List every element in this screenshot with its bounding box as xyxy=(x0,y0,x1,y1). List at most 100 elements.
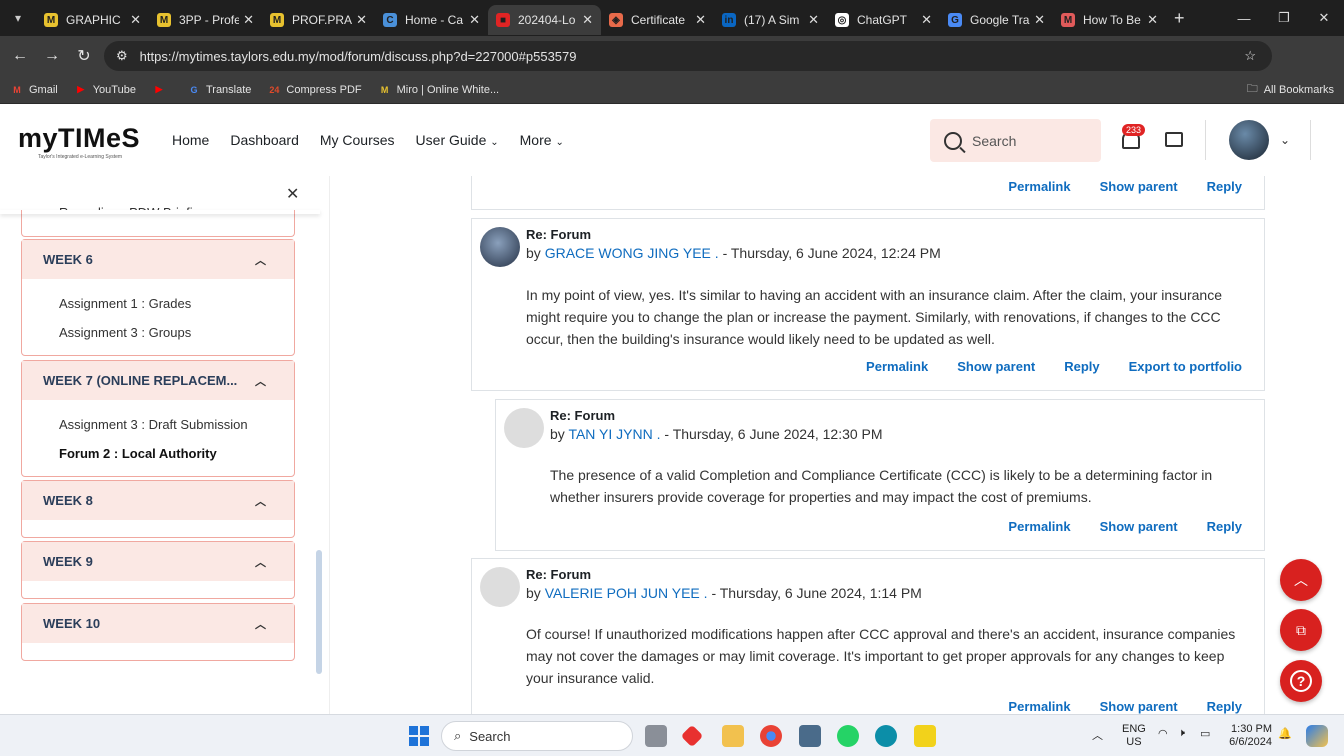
course-item[interactable]: Assignment 1 : Grades xyxy=(22,289,294,318)
site-logo[interactable]: myTIMeS Taylor's Integrated e-Learning S… xyxy=(18,123,140,160)
browser-tab[interactable]: ■ 202404-Lo ✕ xyxy=(488,5,601,35)
week-header[interactable]: WEEK 8 ︿ xyxy=(22,481,294,520)
tray-chevron-icon[interactable]: ︿ xyxy=(1092,727,1103,743)
author-avatar[interactable] xyxy=(480,567,520,607)
chrome-icon[interactable] xyxy=(760,725,782,747)
permalink-link[interactable]: Permalink xyxy=(1008,179,1070,194)
url-input[interactable]: ⚙ https://mytimes.taylors.edu.my/mod/for… xyxy=(104,41,1272,71)
week-header[interactable]: WEEK 6 ︿ xyxy=(22,240,294,279)
close-tab-icon[interactable]: ✕ xyxy=(808,12,819,28)
close-tab-icon[interactable]: ✕ xyxy=(1034,12,1045,28)
show-parent-link[interactable]: Show parent xyxy=(1100,519,1178,534)
browser-tab[interactable]: M 3PP - Profe ✕ xyxy=(149,5,262,35)
author-link[interactable]: TAN YI JYNN . xyxy=(568,426,660,442)
reply-link[interactable]: Reply xyxy=(1207,519,1242,534)
scroll-to-top-button[interactable]: ︿ xyxy=(1280,559,1322,601)
author-link[interactable]: VALERIE POH JUN YEE . xyxy=(545,585,708,601)
whatsapp-icon[interactable] xyxy=(837,725,859,747)
bookmark-item[interactable]: ▶ xyxy=(152,84,171,96)
author-avatar[interactable] xyxy=(480,227,520,267)
close-tab-icon[interactable]: ✕ xyxy=(243,12,254,28)
close-drawer-icon[interactable]: ✕ xyxy=(286,184,299,204)
restore-icon[interactable]: ❐ xyxy=(1264,0,1304,36)
reload-icon[interactable]: ↻ xyxy=(68,46,100,66)
new-tab-button[interactable]: + xyxy=(1174,8,1185,29)
nav-dashboard[interactable]: Dashboard xyxy=(230,132,299,148)
chevron-up-icon[interactable]: ︿ xyxy=(255,616,266,632)
close-tab-icon[interactable]: ✕ xyxy=(695,12,706,28)
browser-tab[interactable]: M GRAPHIC ✕ xyxy=(36,5,149,35)
browser-tab[interactable]: G Google Tra ✕ xyxy=(940,5,1053,35)
author-link[interactable]: GRACE WONG JING YEE . xyxy=(545,245,719,261)
close-tab-icon[interactable]: ✕ xyxy=(356,12,367,28)
windows-start-icon[interactable] xyxy=(409,726,429,746)
tab-search-icon[interactable]: ▾ xyxy=(0,0,36,36)
week-header[interactable]: WEEK 10 ︿ xyxy=(22,604,294,643)
permalink-link[interactable]: Permalink xyxy=(1008,519,1070,534)
open-external-button[interactable]: ⧉ xyxy=(1280,609,1322,651)
close-tab-icon[interactable]: ✕ xyxy=(582,12,593,28)
back-icon[interactable]: ← xyxy=(4,47,36,65)
nav-home[interactable]: Home xyxy=(172,132,209,148)
close-tab-icon[interactable]: ✕ xyxy=(1147,12,1158,28)
browser-tab[interactable]: ◎ ChatGPT ✕ xyxy=(827,5,940,35)
messages-icon[interactable] xyxy=(1165,132,1183,147)
minimize-icon[interactable]: — xyxy=(1224,0,1264,36)
nav-user-guide[interactable]: User Guide ⌄ xyxy=(416,132,499,148)
chevron-up-icon[interactable]: ︿ xyxy=(255,252,266,268)
week-header[interactable]: WEEK 7 (ONLINE REPLACEM... ︿ xyxy=(22,361,294,400)
browser-tab[interactable]: M PROF.PRAC✕ xyxy=(262,5,375,35)
bookmark-item[interactable]: ▶ YouTube xyxy=(74,84,136,96)
copilot-icon[interactable] xyxy=(1306,725,1328,747)
browser-tab[interactable]: ◈ Certificate ✕ xyxy=(601,5,714,35)
chevron-up-icon[interactable]: ︿ xyxy=(255,493,266,509)
reply-link[interactable]: Reply xyxy=(1207,699,1242,714)
show-parent-link[interactable]: Show parent xyxy=(1100,179,1178,194)
user-avatar[interactable] xyxy=(1229,120,1269,160)
reply-link[interactable]: Reply xyxy=(1207,179,1242,194)
nav-my-courses[interactable]: My Courses xyxy=(320,132,395,148)
site-info-icon[interactable]: ⚙ xyxy=(116,48,128,64)
export-to-portfolio-link[interactable]: Export to portfolio xyxy=(1129,359,1242,374)
file-explorer-icon[interactable] xyxy=(722,725,744,747)
battery-icon[interactable]: ▭ xyxy=(1200,727,1210,740)
chevron-up-icon[interactable]: ︿ xyxy=(255,554,266,570)
browser-tab[interactable]: in (17) A Sim ✕ xyxy=(714,5,827,35)
forward-icon[interactable]: → xyxy=(36,47,68,65)
bookmark-item[interactable]: M Gmail xyxy=(10,84,57,96)
task-view-icon[interactable] xyxy=(645,725,667,747)
week-header[interactable]: WEEK 9 ︿ xyxy=(22,542,294,581)
nav-more[interactable]: More ⌄ xyxy=(520,132,564,148)
clock[interactable]: 1:30 PM 6/6/2024 xyxy=(1228,723,1272,749)
close-tab-icon[interactable]: ✕ xyxy=(130,12,141,28)
permalink-link[interactable]: Permalink xyxy=(866,359,928,374)
author-avatar[interactable] xyxy=(504,408,544,448)
app-icon[interactable] xyxy=(680,724,704,748)
course-item[interactable]: Assignment 3 : Draft Submission xyxy=(22,410,294,439)
site-search-input[interactable]: Search xyxy=(930,119,1101,162)
volume-muted-icon[interactable]: 🕨 xyxy=(1178,727,1185,740)
notifications-bell-icon[interactable]: 🔔 xyxy=(1278,727,1292,740)
user-menu-chevron-icon[interactable]: ⌄ xyxy=(1280,133,1290,147)
show-parent-link[interactable]: Show parent xyxy=(957,359,1035,374)
bookmark-star-icon[interactable]: ☆ xyxy=(1244,48,1256,64)
drawer-scrollbar[interactable] xyxy=(316,550,322,674)
course-item-current[interactable]: Forum 2 : Local Authority xyxy=(22,439,294,468)
close-tab-icon[interactable]: ✕ xyxy=(921,12,932,28)
browser-tab[interactable]: C Home - Ca ✕ xyxy=(375,5,488,35)
help-button[interactable]: ? xyxy=(1280,660,1322,702)
wifi-icon[interactable]: ◠ xyxy=(1158,727,1168,740)
reply-link[interactable]: Reply xyxy=(1064,359,1099,374)
edge-icon[interactable] xyxy=(875,725,897,747)
language-indicator[interactable]: ENG US xyxy=(1122,723,1146,749)
bookmark-item[interactable]: M Miro | Online White... xyxy=(378,84,499,96)
bookmark-item[interactable]: 24 Compress PDF xyxy=(267,84,361,96)
show-parent-link[interactable]: Show parent xyxy=(1100,699,1178,714)
taskbar-search[interactable]: ⌕ Search xyxy=(441,721,633,751)
sticky-notes-icon[interactable] xyxy=(914,725,936,747)
bookmark-item[interactable]: G Translate xyxy=(187,84,251,96)
snipping-tool-icon[interactable] xyxy=(799,725,821,747)
chevron-up-icon[interactable]: ︿ xyxy=(255,373,266,389)
close-tab-icon[interactable]: ✕ xyxy=(469,12,480,28)
all-bookmarks-button[interactable]: 🗀 All Bookmarks xyxy=(1247,80,1334,99)
